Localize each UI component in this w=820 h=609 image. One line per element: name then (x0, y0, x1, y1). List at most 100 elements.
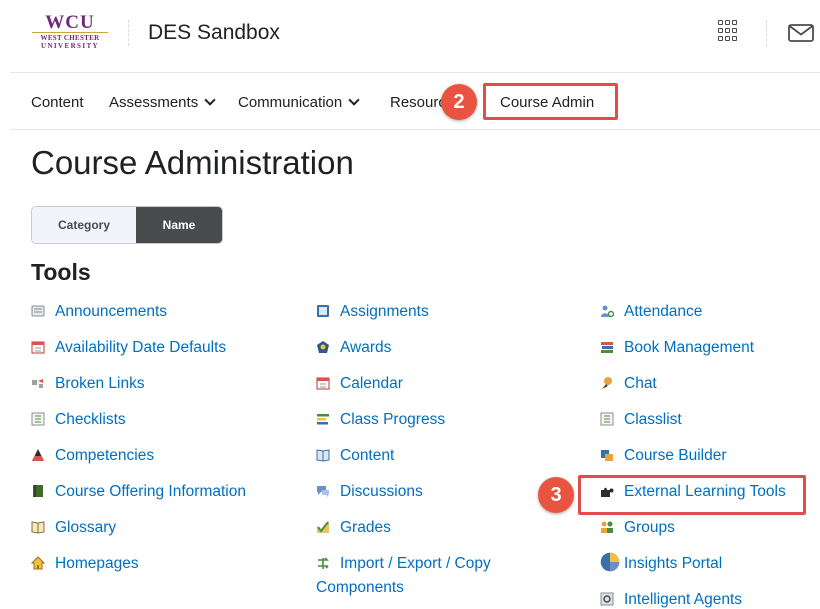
tool-label: Availability Date Defaults (55, 339, 227, 356)
nav-assessments-label: Assessments (109, 94, 199, 111)
logo-subtitle-line2: UNIVERSITY (41, 42, 99, 50)
tool-grades[interactable]: Grades (316, 516, 391, 540)
tool-groups[interactable]: Groups (600, 516, 675, 540)
attendance-person-icon (601, 305, 614, 318)
nav-content-label: Content (31, 94, 84, 111)
tool-assignments[interactable]: Assignments (316, 300, 429, 324)
tool-label: Homepages (55, 555, 139, 572)
tool-discussions[interactable]: Discussions (316, 480, 423, 504)
nav-content[interactable]: Content (31, 93, 84, 113)
course-admin-highlight (483, 83, 618, 120)
nav-communication[interactable]: Communication (238, 93, 360, 113)
tool-label: Intelligent Agents (624, 591, 743, 608)
tool-book-management[interactable]: Book Management (600, 336, 754, 360)
tool-label: Import / Export / Copy Components (316, 555, 491, 596)
tool-chat[interactable]: Chat (600, 372, 657, 396)
tool-glossary[interactable]: Glossary (31, 516, 116, 540)
course-selector-grid-icon[interactable] (718, 20, 738, 42)
tool-label: Awards (340, 339, 392, 356)
tool-announcements[interactable]: Announcements (31, 300, 167, 324)
assignments-icon (317, 305, 329, 317)
tool-label: Groups (624, 519, 675, 536)
logo-subtitle-line1: WEST CHESTER (32, 32, 108, 42)
intelligent-agents-gear-icon (600, 592, 614, 606)
tool-availability-date-defaults[interactable]: Availability Date Defaults (31, 336, 226, 360)
tool-label: Classlist (624, 411, 682, 428)
awards-badge-icon (317, 341, 329, 353)
tool-label: Competencies (55, 447, 155, 464)
header-divider (128, 20, 129, 46)
tool-label: Attendance (624, 303, 703, 320)
step-callout-3: 3 (538, 477, 574, 513)
tool-awards[interactable]: Awards (316, 336, 391, 360)
tool-class-progress[interactable]: Class Progress (316, 408, 445, 432)
tool-label: Checklists (55, 411, 126, 428)
tool-intelligent-agents[interactable]: Intelligent Agents (600, 588, 742, 609)
logo-wordmark: WCU (45, 12, 95, 33)
tool-label: Announcements (55, 303, 168, 320)
tool-import-export-copy[interactable]: Import / Export / Copy Components (316, 552, 546, 600)
toggle-category-button[interactable]: Category (32, 207, 136, 243)
book-stack-icon (601, 342, 613, 353)
tool-classlist[interactable]: Classlist (600, 408, 682, 432)
tool-homepages[interactable]: Homepages (31, 552, 139, 576)
tool-content[interactable]: Content (316, 444, 394, 468)
home-icon (31, 556, 45, 570)
class-progress-bars-icon (317, 414, 329, 425)
grades-check-icon (317, 521, 329, 533)
groups-icon (601, 521, 613, 533)
tool-attendance[interactable]: Attendance (600, 300, 702, 324)
top-header: WCU WEST CHESTER UNIVERSITY DES Sandbox (0, 0, 820, 70)
view-toggle: Category Name (31, 206, 223, 244)
course-info-book-icon (33, 485, 43, 497)
university-logo[interactable]: WCU WEST CHESTER UNIVERSITY (32, 12, 108, 50)
competencies-pyramid-icon (32, 449, 44, 461)
content-book-icon (316, 449, 330, 462)
tool-label: Broken Links (55, 375, 145, 392)
tool-insights-portal[interactable]: Insights Portal (600, 552, 722, 576)
tool-label: Grades (340, 519, 391, 536)
calendar-icon (31, 341, 45, 354)
header-divider-right (766, 20, 767, 46)
tool-label: Book Management (624, 339, 755, 356)
checklist-icon (31, 412, 45, 426)
tool-label: Assignments (340, 303, 429, 320)
course-navbar: Content Assessments Communication Resour… (10, 72, 820, 130)
tool-label: Class Progress (340, 411, 446, 428)
tool-label: Insights Portal (624, 555, 723, 572)
import-export-arrows-icon (318, 557, 329, 569)
tool-broken-links[interactable]: Broken Links (31, 372, 145, 396)
tool-label: Content (340, 447, 395, 464)
tool-course-builder[interactable]: Course Builder (600, 444, 727, 468)
chevron-down-icon (348, 94, 360, 106)
insights-pie-icon (600, 552, 620, 572)
tool-checklists[interactable]: Checklists (31, 408, 126, 432)
chat-icon (602, 377, 612, 389)
tool-label: Course Offering Information (55, 483, 246, 500)
nav-assessments[interactable]: Assessments (109, 93, 216, 113)
classlist-icon (600, 412, 614, 426)
announcements-icon (31, 305, 45, 317)
glossary-book-icon (31, 521, 45, 534)
page-title: Course Administration (31, 144, 354, 181)
tool-label: Calendar (340, 375, 403, 392)
tool-label: Chat (624, 375, 657, 392)
nav-communication-label: Communication (238, 94, 343, 111)
discussions-bubble-icon (317, 486, 329, 497)
mail-icon[interactable] (788, 24, 814, 42)
step-callout-2: 2 (441, 84, 477, 120)
broken-link-icon (32, 379, 43, 388)
tool-calendar[interactable]: Calendar (316, 372, 403, 396)
toggle-name-button[interactable]: Name (136, 207, 222, 243)
tool-label: Course Builder (624, 447, 727, 464)
tool-label: Glossary (55, 519, 117, 536)
tool-competencies[interactable]: Competencies (31, 444, 154, 468)
course-builder-icon (601, 450, 613, 461)
tool-course-offering-information[interactable]: Course Offering Information (31, 480, 246, 504)
site-title[interactable]: DES Sandbox (148, 20, 280, 46)
chevron-down-icon (204, 94, 216, 106)
external-tools-highlight (578, 475, 806, 515)
tool-label: Discussions (340, 483, 423, 500)
calendar-icon (316, 377, 330, 390)
tools-heading: Tools (31, 259, 91, 285)
